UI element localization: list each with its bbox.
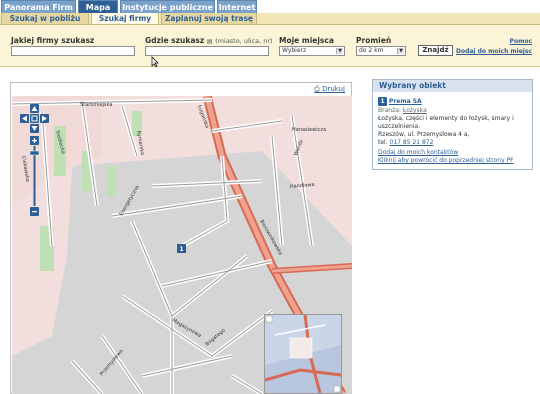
company-marker-label: 1 [179,246,183,253]
center-map-icon[interactable] [30,114,39,123]
search-panel: Jakiej firmy szukasz Gdzie szukasz ▤ (mi… [0,25,540,68]
company-heading: 1 Prema SA [378,97,528,106]
printer-icon: ⎙ [314,85,320,93]
tab-szukaj-w-poblizu[interactable]: Szukaj w pobliżu [1,13,89,25]
phone-label: tel. [378,139,388,146]
find-button[interactable]: Znajdź [418,45,453,56]
places-label: Moje miejsca [279,36,334,45]
back-link[interactable]: Kliknij aby powrócić do poprzedniej stro… [378,157,528,165]
book-icon[interactable]: ▤ [207,38,213,45]
tab-internet[interactable]: Internet [217,0,257,13]
company-number-badge: 1 [378,97,387,106]
tab-szukaj-firmy[interactable]: Szukaj firmy [91,13,159,25]
tab-instytucje-publiczne[interactable]: Instytucje publiczne [120,0,215,13]
company-address: Rzeszów, ul. Przemysłowa 4 a, [378,131,470,138]
company-label: Jakiej firmy szukasz [11,36,95,45]
branch-line: Branża: Łożyska [378,107,528,115]
places-select[interactable]: Wybierz ▼ [279,46,345,56]
tab-mapa[interactable]: Mapa [78,0,118,13]
phone-line: tel. 017 85 21 872 [378,139,528,147]
branch-label: Branża: [378,107,401,114]
minimap-canvas[interactable] [264,314,342,394]
phone-link[interactable]: 017 85 21 872 [390,139,434,146]
tab-zaplanuj-trase[interactable]: Zaplanuj swoją trasę [161,13,257,25]
radius-select-value: do 2 km [359,47,384,54]
street-label: Staromiejska [80,102,112,108]
radius-label: Promień [356,36,392,45]
map-container: ⎙ Drukuj Staromiejska Hanasiewicza Handl… [10,82,352,394]
where-hint: (miasto, ulica, nr) [215,37,273,45]
print-link[interactable]: ⎙ Drukuj [314,85,345,94]
selected-object-panel: Wybrany obiekt 1 Prema SA Branża: Łożysk… [372,79,533,170]
minimap-collapse-icon[interactable] [265,315,273,323]
pan-zoom-controls [20,104,49,216]
where-input[interactable] [145,46,269,56]
places-select-value: Wybierz [282,47,307,54]
radius-select[interactable]: do 2 km ▼ [356,46,406,56]
panel-title: Wybrany obiekt [373,80,532,92]
chevron-down-icon: ▼ [397,48,404,54]
map-canvas[interactable]: Staromiejska Hanasiewicza Handlowa Siedl… [12,96,352,394]
sub-tab-bar: Szukaj w pobliżu Szukaj firmy Zaplanuj s… [0,13,540,25]
branch-link[interactable]: Łożyska [403,107,427,114]
top-tab-bar: Panorama Firm Mapa Instytucje publiczne … [0,0,540,13]
add-to-places-link[interactable]: Dodaj do moich miejsc [456,48,532,55]
minimap-resize-icon[interactable] [333,385,341,393]
tab-panorama-firm[interactable]: Panorama Firm [1,0,76,13]
company-input[interactable] [11,46,135,56]
zoom-control [15,104,51,224]
panel-body: 1 Prema SA Branża: Łożyska Łożyska, częś… [378,97,528,165]
overview-minimap[interactable] [264,314,342,394]
map-toolbar: ⎙ Drukuj [11,83,351,96]
green-area [107,166,115,196]
minimap-viewport[interactable] [289,337,313,359]
zoom-slider-handle[interactable] [29,150,40,156]
street-label: Hanasiewicza [292,127,326,133]
print-link-label: Drukuj [322,85,345,93]
company-description: Łożyska, części i elementy do łożysk, sm… [378,115,514,130]
add-contacts-link[interactable]: Dodaj do moich kontaktów [378,149,528,157]
company-name-link[interactable]: Prema SA [389,98,422,105]
mouse-cursor-icon [151,56,159,68]
where-label: Gdzie szukasz ▤ (miasto, ulica, nr) [145,36,273,45]
chevron-down-icon: ▼ [336,48,343,54]
where-label-text: Gdzie szukasz [145,36,205,45]
help-link[interactable]: Pomoc [510,38,532,45]
